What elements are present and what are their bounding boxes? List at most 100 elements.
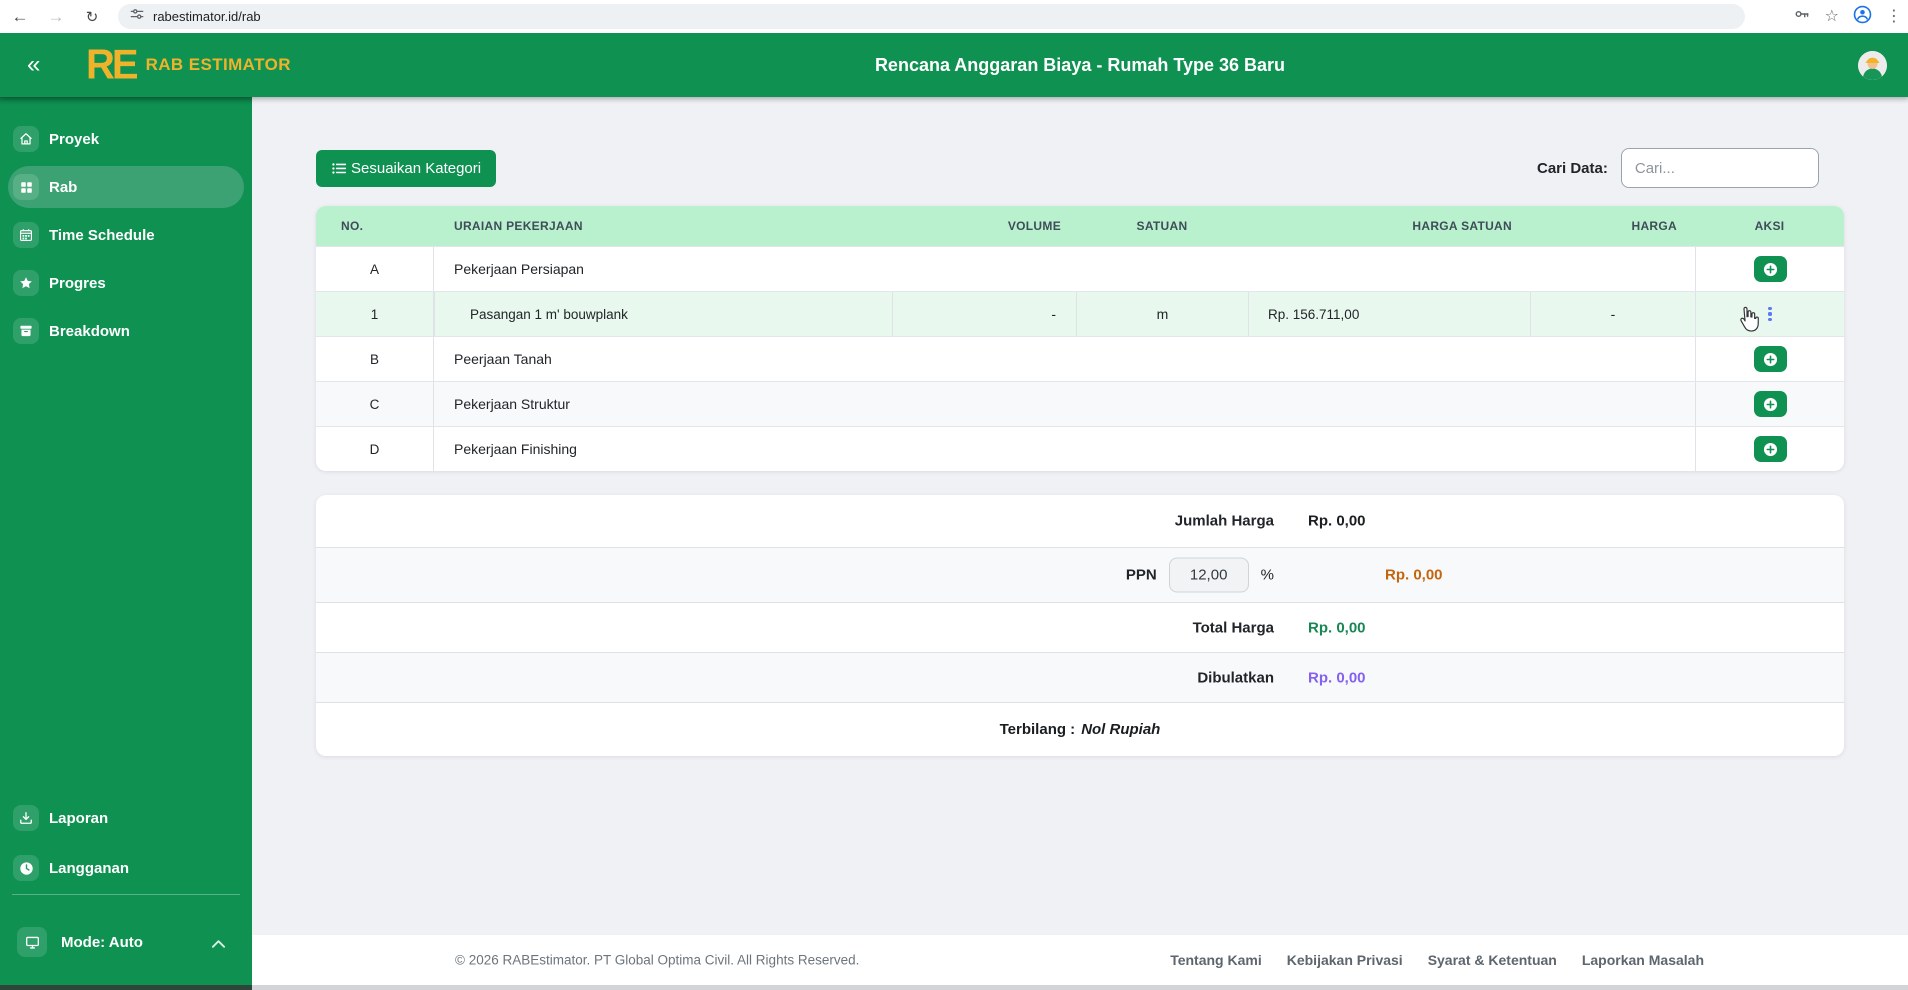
total-harga-label: Total Harga bbox=[1192, 619, 1274, 636]
column-header: NO. bbox=[341, 219, 364, 233]
home-icon bbox=[13, 126, 39, 152]
total-harga-value: Rp. 0,00 bbox=[1308, 619, 1366, 636]
adjust-category-button[interactable]: Sesuaikan Kategori bbox=[316, 150, 497, 187]
row-actions bbox=[1695, 427, 1844, 471]
sidebar-item-label: Langganan bbox=[49, 859, 130, 877]
sidebar: Proyek Rab Time Schedule Progres Breakdo… bbox=[0, 97, 252, 990]
sidebar-item-label: Time Schedule bbox=[49, 226, 155, 244]
ppn-input[interactable] bbox=[1168, 557, 1249, 593]
browser-menu-icon[interactable]: ⋮ bbox=[1886, 8, 1902, 25]
star-icon bbox=[13, 270, 39, 296]
summary-row-jumlah: Jumlah Harga Rp. 0,00 bbox=[316, 495, 1844, 547]
row-name: Pekerjaan Finishing bbox=[454, 441, 577, 457]
column-header: VOLUME bbox=[1007, 219, 1061, 233]
footer-link-syarat-ketentuan[interactable]: Syarat & Ketentuan bbox=[1428, 952, 1557, 968]
footer-link-tentang-kami[interactable]: Tentang Kami bbox=[1170, 952, 1262, 968]
page-title: Rencana Anggaran Biaya - Rumah Type 36 B… bbox=[874, 54, 1286, 75]
sidebar-item-label: Breakdown bbox=[49, 322, 130, 340]
url-bar[interactable]: rabestimator.id/rab bbox=[118, 4, 1745, 29]
add-item-button[interactable] bbox=[1753, 436, 1787, 462]
summary-row-total: Total Harga Rp. 0,00 bbox=[316, 602, 1844, 652]
copyright-text: © 2026 RABEstimator. PT Global Optima Ci… bbox=[455, 952, 860, 968]
row-no: B bbox=[316, 337, 434, 381]
password-key-icon[interactable] bbox=[1793, 5, 1811, 28]
browser-back-icon[interactable]: ← bbox=[6, 0, 34, 33]
jumlah-harga-value: Rp. 0,00 bbox=[1308, 512, 1366, 530]
table-row-category: D Pekerjaan Finishing bbox=[316, 426, 1844, 471]
column-header: AKSI bbox=[1754, 219, 1785, 233]
row-satuan: m bbox=[1076, 292, 1248, 336]
column-header: SATUAN bbox=[1136, 219, 1188, 233]
row-name: Pasangan 1 m' bouwplank bbox=[434, 292, 892, 336]
row-name: Pekerjaan Struktur bbox=[454, 396, 570, 412]
ppn-value: Rp. 0,00 bbox=[1385, 566, 1443, 584]
column-header: HARGA SATUAN bbox=[1412, 219, 1512, 233]
add-item-button[interactable] bbox=[1753, 346, 1787, 372]
terbilang-label: Terbilang : bbox=[999, 721, 1076, 738]
row-actions bbox=[1695, 382, 1844, 426]
browser-reload-icon[interactable]: ↻ bbox=[78, 0, 106, 33]
browser-profile-icon[interactable] bbox=[1853, 5, 1872, 29]
add-item-button[interactable] bbox=[1753, 391, 1787, 417]
search-label: Cari Data: bbox=[1537, 159, 1608, 177]
sidebar-item-progres[interactable]: Progres bbox=[8, 262, 244, 304]
sidebar-item-time-schedule[interactable]: Time Schedule bbox=[8, 214, 244, 256]
chevron-up-icon bbox=[211, 936, 226, 954]
sidebar-item-label: Laporan bbox=[49, 809, 109, 827]
footer-link-laporkan-masalah[interactable]: Laporkan Masalah bbox=[1582, 952, 1704, 968]
sidebar-item-label: Progres bbox=[49, 274, 106, 292]
row-harga: - bbox=[1530, 292, 1695, 336]
dibulatkan-value: Rp. 0,00 bbox=[1308, 669, 1366, 686]
sidebar-item-laporan[interactable]: Laporan bbox=[8, 797, 244, 839]
bottom-edge-left bbox=[0, 985, 252, 990]
kebab-menu-icon[interactable] bbox=[1768, 306, 1772, 322]
column-header: HARGA bbox=[1631, 219, 1677, 233]
main-content: Sesuaikan Kategori Cari Data: NO. URAIAN… bbox=[252, 97, 1908, 990]
jumlah-harga-label: Jumlah Harga bbox=[1174, 512, 1274, 530]
row-harga-satuan: Rp. 156.711,00 bbox=[1248, 292, 1530, 336]
box-icon bbox=[13, 318, 39, 344]
summary-row-dibulatkan: Dibulatkan Rp. 0,00 bbox=[316, 652, 1844, 702]
terbilang-value: Nol Rupiah bbox=[1081, 721, 1161, 738]
sidebar-item-langganan[interactable]: Langganan bbox=[8, 847, 244, 889]
mode-label: Mode: Auto bbox=[61, 933, 143, 951]
adjust-category-label: Sesuaikan Kategori bbox=[351, 160, 482, 177]
clock-icon bbox=[13, 855, 39, 881]
sidebar-item-proyek[interactable]: Proyek bbox=[8, 118, 244, 160]
browser-forward-icon[interactable]: → bbox=[42, 0, 70, 33]
grid-icon bbox=[13, 174, 39, 200]
row-actions bbox=[1695, 292, 1844, 336]
row-actions bbox=[1695, 247, 1844, 291]
site-info-icon[interactable] bbox=[130, 7, 144, 26]
ppn-label: PPN bbox=[1125, 566, 1157, 584]
summary-row-ppn: PPN % Rp. 0,00 bbox=[316, 547, 1844, 602]
row-actions bbox=[1695, 337, 1844, 381]
monitor-icon bbox=[17, 927, 47, 957]
user-avatar[interactable] bbox=[1858, 51, 1887, 80]
table-header: NO. URAIAN PEKERJAAN VOLUME SATUAN HARGA… bbox=[316, 206, 1844, 246]
collapse-sidebar-button[interactable]: « bbox=[27, 33, 40, 97]
table-row-item: 1 Pasangan 1 m' bouwplank - m Rp. 156.71… bbox=[316, 291, 1844, 336]
table-row-category: C Pekerjaan Struktur bbox=[316, 381, 1844, 426]
brand-logo: RE bbox=[86, 41, 139, 89]
search-input[interactable] bbox=[1620, 148, 1819, 188]
summary-card: Jumlah Harga Rp. 0,00 PPN % Rp. 0,00 Tot… bbox=[316, 495, 1844, 756]
sidebar-item-breakdown[interactable]: Breakdown bbox=[8, 310, 244, 352]
sidebar-item-rab[interactable]: Rab bbox=[8, 166, 244, 208]
row-no: 1 bbox=[316, 292, 434, 336]
mode-toggle[interactable]: Mode: Auto bbox=[8, 921, 244, 963]
calendar-icon bbox=[13, 222, 39, 248]
bookmark-star-icon[interactable]: ☆ bbox=[1825, 8, 1839, 25]
footer-link-kebijakan-privasi[interactable]: Kebijakan Privasi bbox=[1287, 952, 1403, 968]
ppn-percent-sign: % bbox=[1260, 566, 1274, 584]
bottom-edge-right bbox=[252, 985, 1908, 990]
download-icon bbox=[13, 805, 39, 831]
add-item-button[interactable] bbox=[1753, 256, 1787, 282]
row-volume: - bbox=[892, 292, 1076, 336]
column-header: URAIAN PEKERJAAN bbox=[454, 219, 583, 233]
sidebar-item-label: Proyek bbox=[49, 130, 100, 148]
row-no: A bbox=[316, 247, 434, 291]
row-no: D bbox=[316, 427, 434, 471]
row-name: Pekerjaan Persiapan bbox=[454, 261, 584, 277]
sidebar-divider bbox=[12, 894, 240, 895]
